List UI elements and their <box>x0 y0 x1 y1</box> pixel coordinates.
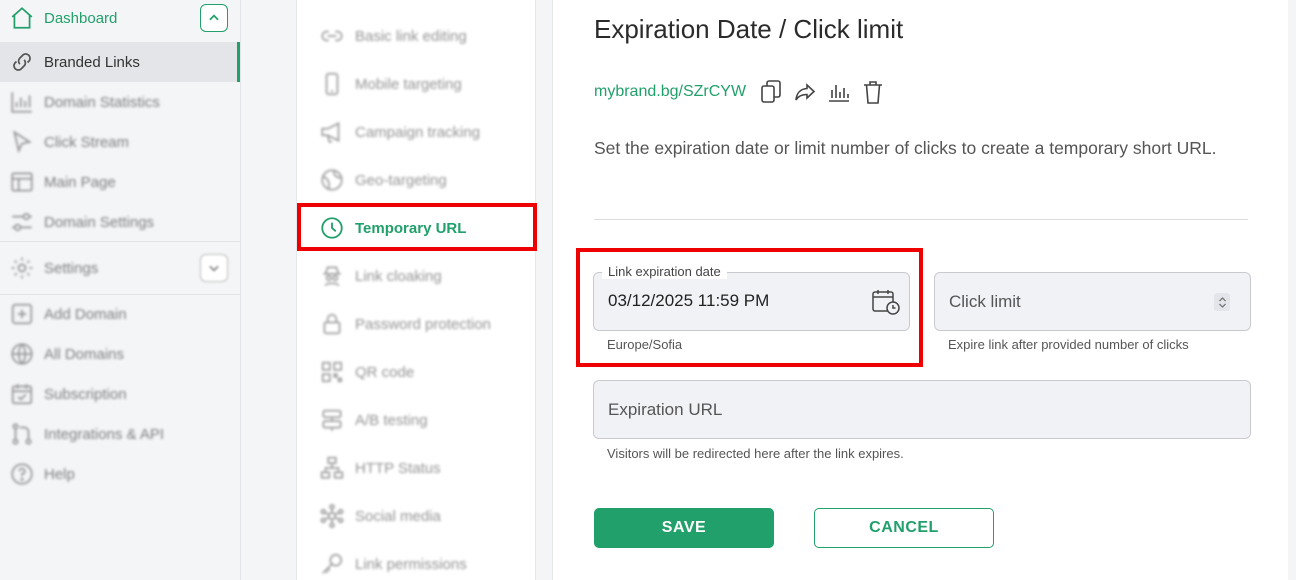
link-icon <box>321 30 343 42</box>
menu-item-campaign-tracking[interactable]: Campaign tracking <box>297 110 535 154</box>
menu-item-mobile-targeting[interactable]: Mobile targeting <box>297 62 535 106</box>
link-icon <box>13 53 31 71</box>
click-limit-stepper[interactable] <box>1214 293 1230 311</box>
copy-button[interactable] <box>758 78 784 106</box>
sidebar-divider <box>0 241 240 242</box>
sidebar-item-label: Subscription <box>44 385 127 403</box>
menu-item-label: Password protection <box>355 315 491 333</box>
click-limit-input[interactable] <box>935 273 1250 330</box>
sidebar-item-label: Domain Settings <box>44 213 155 231</box>
plus-square-icon <box>11 303 33 325</box>
calendar-check-icon <box>11 384 33 405</box>
expiration-url-hint: Visitors will be redirected here after t… <box>607 446 904 461</box>
menu-item-label: Campaign tracking <box>355 123 481 141</box>
network-icon <box>320 503 344 529</box>
chevron-down-icon <box>209 265 219 272</box>
page-description: Set the expiration date or limit number … <box>594 138 1217 158</box>
menu-item-geo-targeting[interactable]: Geo-targeting <box>297 158 535 202</box>
highlight-box-expiration-date <box>576 248 923 367</box>
bar-chart-icon <box>829 85 849 102</box>
sidebar-item-label: Help <box>44 465 75 483</box>
short-link[interactable]: mybrand.bg/SZrCYW <box>594 83 746 101</box>
menu-item-http-status[interactable]: HTTP Status <box>297 446 535 490</box>
menu-item-label: QR code <box>355 363 415 381</box>
cancel-button[interactable]: CANCEL <box>814 508 994 548</box>
menu-item-label: Link permissions <box>355 555 467 573</box>
settings-expand-button[interactable] <box>200 254 228 282</box>
menu-item-label: Mobile targeting <box>355 75 462 93</box>
menu-item-social-media[interactable]: Social media <box>297 494 535 538</box>
mobile-icon <box>325 72 339 96</box>
sidebar-item-label: Add Domain <box>44 305 127 323</box>
menu-item-link-permissions[interactable]: Link permissions <box>297 542 535 580</box>
sidebar-item-label: Main Page <box>44 173 116 191</box>
menu-item-label: Social media <box>355 507 441 525</box>
copy-icon <box>761 80 781 103</box>
click-limit-hint: Expire link after provided number of cli… <box>948 337 1189 352</box>
menu-item-basic-link-editing[interactable]: Basic link editing <box>297 14 535 58</box>
click-limit-field[interactable] <box>934 272 1251 331</box>
collapse-toggle-button[interactable] <box>200 4 228 32</box>
sidebar-item-branded-links[interactable]: Branded Links <box>0 42 240 82</box>
spy-icon <box>323 266 341 287</box>
help-icon <box>11 463 33 485</box>
menu-item-link-cloaking[interactable]: Link cloaking <box>297 254 535 298</box>
globe-icon <box>11 343 33 365</box>
sliders-icon <box>12 213 32 231</box>
sidebar-item-label: Settings <box>44 259 99 277</box>
lock-icon <box>323 313 341 335</box>
sidebar-item-label: Integrations & API <box>44 425 165 443</box>
save-button[interactable]: SAVE <box>594 508 774 548</box>
sidebar-item-label: Dashboard <box>44 9 118 27</box>
key-icon <box>322 553 343 574</box>
sidebar-item-click-stream[interactable]: Click Stream <box>0 122 240 162</box>
stepper-arrows-icon <box>1218 296 1226 308</box>
layout-icon <box>11 172 33 192</box>
menu-item-label: Link cloaking <box>355 267 442 285</box>
highlight-box-temporary-url <box>297 203 537 251</box>
globe-icon <box>321 169 343 191</box>
menu-item-qr-code[interactable]: QR code <box>297 350 535 394</box>
qr-icon <box>321 361 343 383</box>
trash-icon <box>864 81 882 104</box>
delete-button[interactable] <box>860 78 886 106</box>
expiration-url-field[interactable] <box>593 380 1251 439</box>
share-icon <box>795 83 816 101</box>
menu-item-ab-testing[interactable]: A/B testing <box>297 398 535 442</box>
sidebar-item-label: All Domains <box>44 345 125 363</box>
menu-item-label: Geo-targeting <box>355 171 447 189</box>
sidebar-item-label: Branded Links <box>44 53 140 71</box>
page-title: Expiration Date / Click limit <box>594 14 904 44</box>
statistics-button[interactable] <box>826 78 852 106</box>
sidebar-item-subscription[interactable]: Subscription <box>0 374 240 414</box>
link-options-menu: Basic link editing Mobile targeting Camp… <box>296 0 536 580</box>
sidebar-item-integrations-api[interactable]: Integrations & API <box>0 414 240 454</box>
gear-icon <box>11 257 33 279</box>
sitemap-icon <box>320 456 344 479</box>
link-actions <box>758 78 886 106</box>
chevron-up-icon <box>209 14 219 21</box>
sidebar-item-domain-statistics[interactable]: Domain Statistics <box>0 82 240 122</box>
megaphone-icon <box>321 121 340 143</box>
sidebar-item-domain-settings[interactable]: Domain Settings <box>0 202 240 242</box>
sidebar-item-label: Click Stream <box>44 133 130 151</box>
sidebar-item-add-domain[interactable]: Add Domain <box>0 294 240 334</box>
menu-item-label: Basic link editing <box>355 27 467 45</box>
menu-item-label: A/B testing <box>355 411 428 429</box>
sidebar-item-label: Domain Statistics <box>44 93 160 111</box>
menu-item-label: HTTP Status <box>355 459 441 477</box>
expiration-url-input[interactable] <box>594 381 1250 438</box>
git-icon <box>12 423 32 445</box>
sidebar-item-help[interactable]: Help <box>0 454 240 494</box>
home-icon <box>11 7 33 29</box>
ab-icon <box>322 409 342 431</box>
share-button[interactable] <box>792 78 818 106</box>
sidebar: Dashboard Branded Links Domain Statistic… <box>0 0 241 580</box>
sidebar-item-main-page[interactable]: Main Page <box>0 162 240 202</box>
section-divider <box>594 219 1248 220</box>
stats-icon <box>11 92 32 113</box>
cursor-icon <box>13 130 32 154</box>
menu-item-password-protection[interactable]: Password protection <box>297 302 535 346</box>
sidebar-item-all-domains[interactable]: All Domains <box>0 334 240 374</box>
